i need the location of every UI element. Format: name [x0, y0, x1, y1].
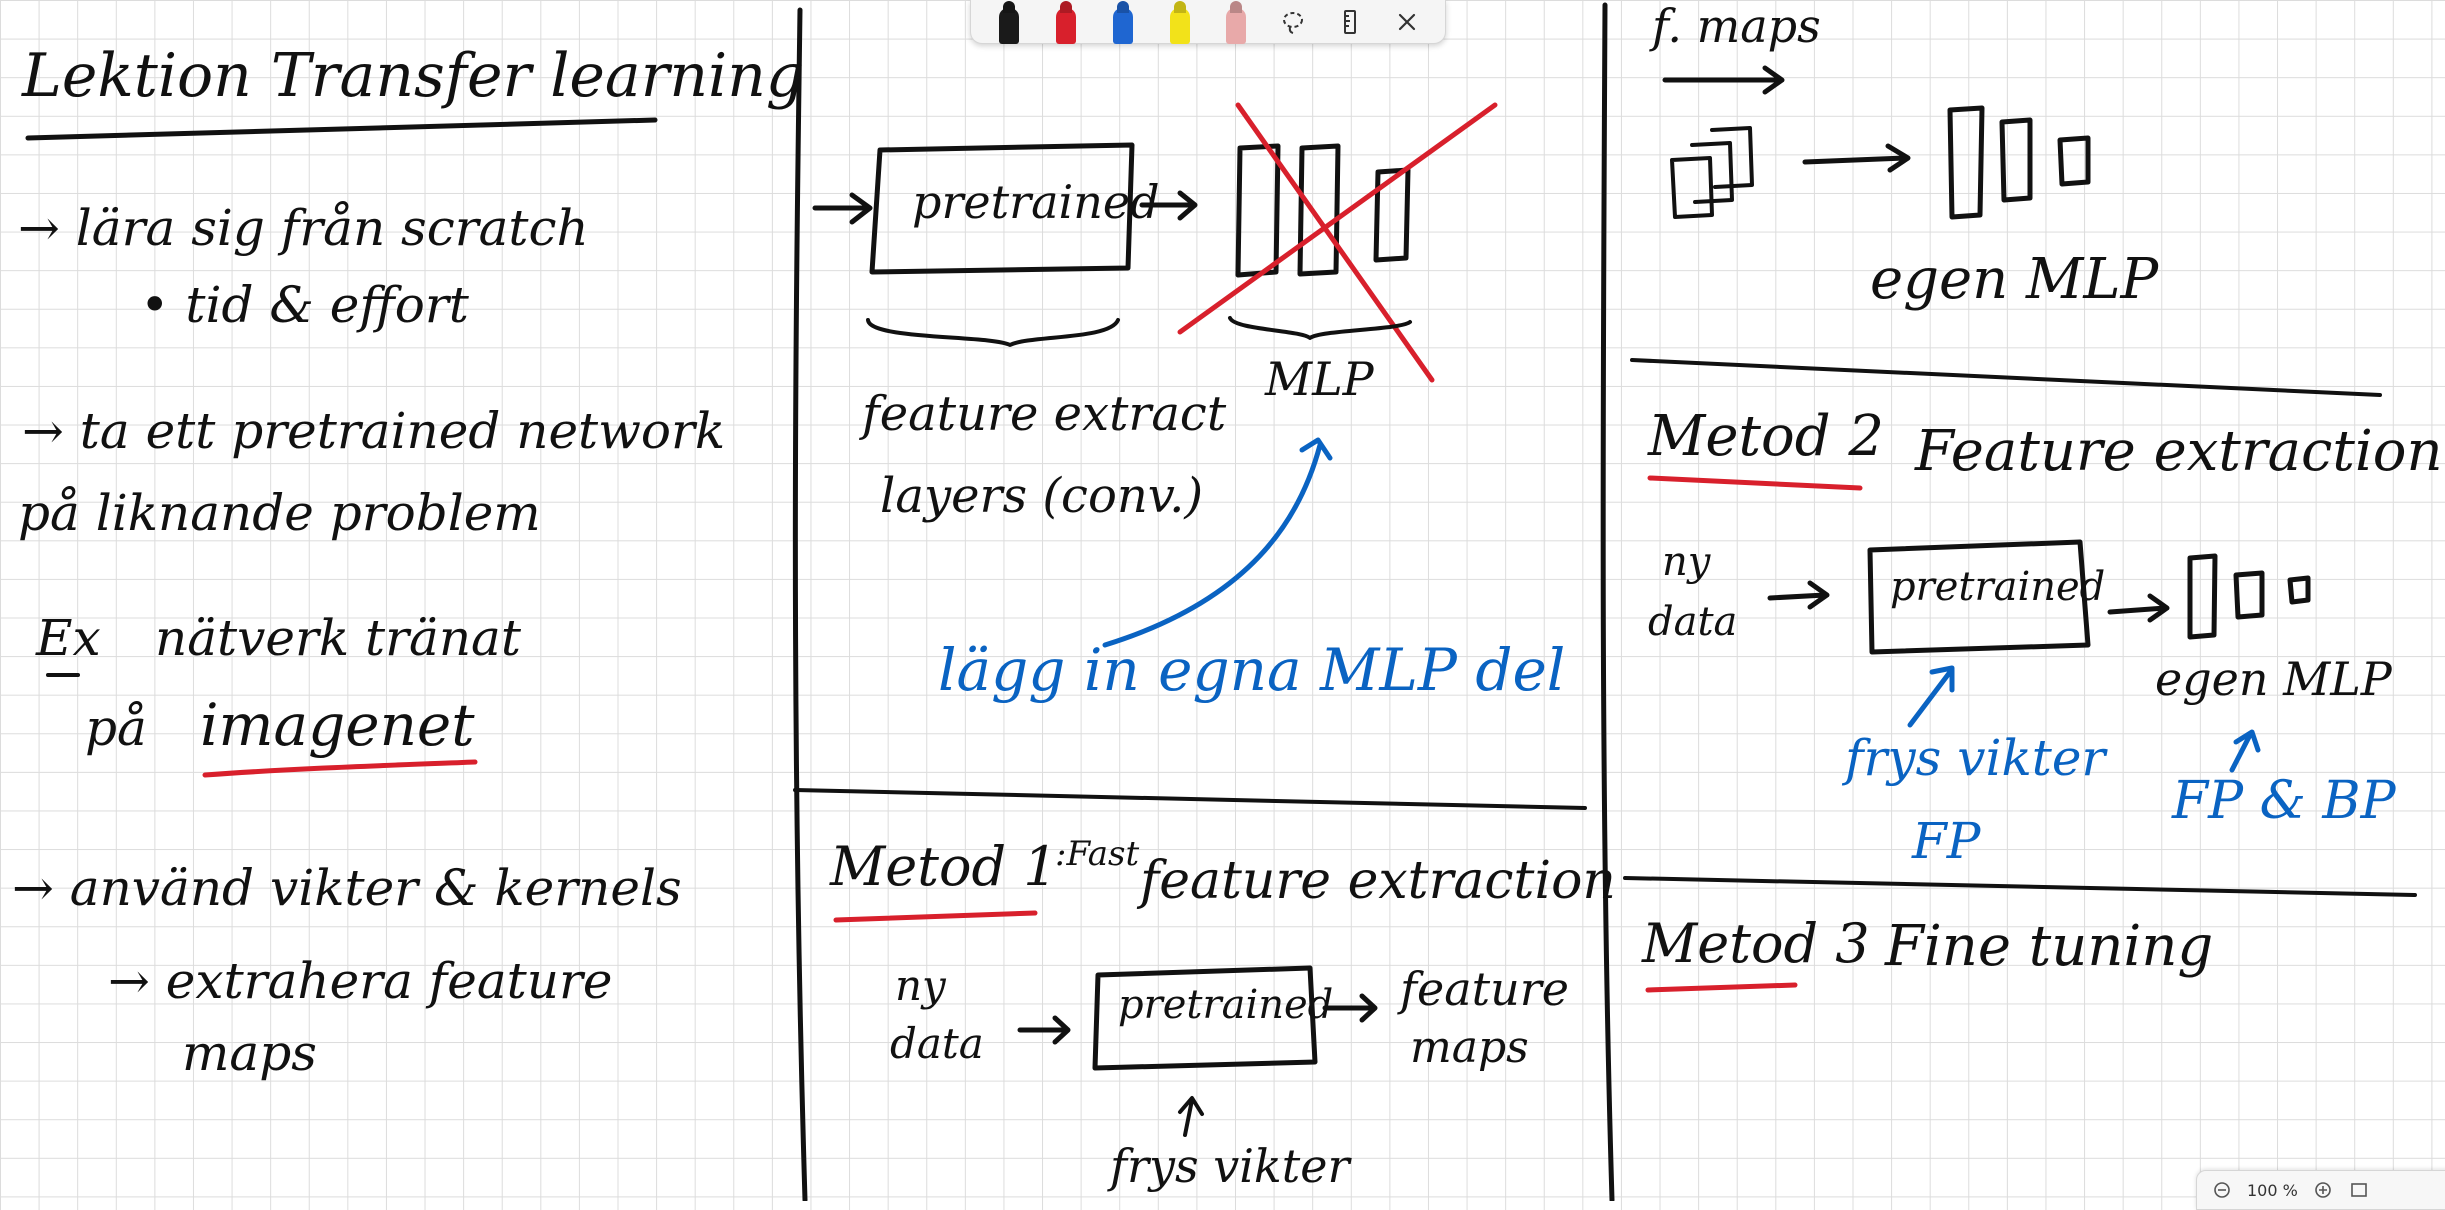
note-line-5b: nätverk tränat — [155, 609, 522, 667]
blue-note: lägg in egna MLP del — [938, 636, 1565, 704]
m2-arrow-in — [1767, 580, 1830, 610]
red-pen-icon — [1056, 7, 1077, 44]
metod2-underline — [1647, 475, 1863, 491]
eraser-icon — [1226, 7, 1247, 44]
m1-frys-arrow — [1178, 1096, 1204, 1137]
note-line-3: → ta ett pretrained network — [22, 402, 725, 460]
egen-mlp-label: egen MLP — [1870, 247, 2160, 312]
lasso-select-icon — [1283, 11, 1304, 34]
eraser[interactable] — [1216, 0, 1256, 44]
m1-frys: frys vikter — [1107, 1139, 1353, 1193]
lasso-select-button[interactable] — [1273, 0, 1313, 44]
col3-bar-3 — [2057, 135, 2091, 187]
pretrained-label: pretrained — [912, 175, 1160, 229]
m1-arrow-in — [1017, 1015, 1071, 1045]
yellow-highlighter-icon — [1169, 7, 1190, 44]
feature-label-1: feature extract — [859, 386, 1227, 442]
m1-feature: feature — [1397, 962, 1569, 1016]
m1-pretrained-label: pretrained — [1118, 982, 1333, 1028]
feature-label-2: layers (conv.) — [880, 468, 1203, 524]
m2-egen-mlp: egen MLP — [2155, 652, 2393, 706]
m2-ny: ny — [1662, 539, 1712, 585]
mlp-brace — [1228, 316, 1412, 340]
imagenet-underline — [202, 759, 478, 778]
m2-bar-1 — [2187, 553, 2218, 640]
note-line-8: → extrahera feature — [108, 952, 612, 1010]
divider-right-h1 — [1630, 358, 2382, 397]
fmaps-label: f. maps — [1649, 0, 1821, 53]
red-pen[interactable] — [1046, 0, 1086, 44]
zoom-out-icon — [2214, 1182, 2230, 1198]
title-underline — [25, 117, 658, 141]
metod3-underline — [1645, 982, 1798, 993]
metod2-rest: Feature extraction — [1914, 419, 2443, 484]
m2-bar-3 — [2287, 575, 2311, 605]
m2-frys: frys vikter — [1841, 729, 2108, 787]
zoom-in-icon — [2315, 1182, 2331, 1198]
note-line-6a: på — [85, 699, 147, 757]
m2-data: data — [1648, 599, 1737, 645]
fmaps-stack-1 — [1670, 156, 1714, 219]
m2-fpbp-arrow — [2229, 729, 2261, 773]
cross-out-2 — [1177, 102, 1498, 335]
note-line-7: → använd vikter & kernels — [12, 859, 682, 917]
mlp-label: MLP — [1264, 352, 1375, 406]
feature-brace — [866, 318, 1120, 347]
m1-ny: ny — [895, 961, 947, 1010]
whiteboard-canvas[interactable]: Lektion Transfer learning → lära sig frå… — [0, 0, 2445, 1201]
yellow-highlighter[interactable] — [1160, 0, 1200, 44]
m2-bar-2 — [2233, 570, 2265, 620]
note-line-5a: Ex — [35, 609, 101, 667]
m2-fp: FP — [1911, 812, 1982, 870]
col3-bar-1 — [1947, 105, 1985, 220]
m2-pretrained-label: pretrained — [1890, 564, 2105, 610]
fit-to-screen-button[interactable] — [2348, 1179, 2370, 1201]
metod1-sup: :Fast — [1055, 834, 1139, 874]
note-line-1: → lära sig från scratch — [18, 199, 589, 257]
metod1-heading: Metod 1 — [829, 835, 1058, 898]
metod3-heading: Metod 3 — [1641, 912, 1870, 975]
m1-data: data — [890, 1019, 984, 1068]
title: Lektion Transfer learning — [21, 41, 804, 111]
blue-pen-icon — [1112, 7, 1133, 44]
col3-bar-2 — [1999, 117, 2033, 203]
zoom-out-button[interactable] — [2211, 1179, 2233, 1201]
fmaps-arrow — [1662, 65, 1785, 95]
note-line-4: på liknande problem — [18, 484, 541, 542]
metod3-rest: Fine tuning — [1884, 914, 2213, 979]
mlp-bar-2 — [1297, 143, 1341, 277]
m2-fp-bp: FP & BP — [2171, 771, 2397, 831]
black-pen[interactable] — [989, 0, 1029, 44]
divider-right-h2 — [1623, 876, 2417, 897]
divider-left — [792, 7, 808, 1201]
black-pen-icon — [999, 7, 1020, 44]
fit-to-screen-icon — [2351, 1183, 2367, 1197]
mlp-bar-3 — [1373, 167, 1411, 263]
m1-maps: maps — [1410, 1022, 1529, 1073]
zoom-control: 100 % — [2196, 1170, 2445, 1210]
close-button[interactable] — [1387, 0, 1427, 44]
input-arrow — [812, 192, 873, 225]
note-line-2: • tid & effort — [140, 276, 470, 334]
mlp-bar-1 — [1235, 143, 1281, 278]
metod1-rest: feature extraction — [1136, 851, 1616, 911]
m2-frys-arrow — [1907, 665, 1955, 728]
metod1-underline — [833, 910, 1038, 923]
ruler-icon — [1343, 9, 1356, 34]
divider-right — [1600, 2, 1615, 1201]
close-icon — [1398, 13, 1415, 30]
blue-pen[interactable] — [1103, 0, 1143, 44]
zoom-level: 100 % — [2247, 1180, 2298, 1200]
note-line-9: maps — [182, 1024, 317, 1082]
m2-arrow-out — [2107, 593, 2170, 623]
zoom-in-button[interactable] — [2312, 1179, 2334, 1201]
pen-toolbar — [970, 0, 1446, 44]
divider-mid-h — [793, 788, 1587, 810]
fmaps-to-mlp-arrow — [1802, 143, 1911, 173]
ruler-button[interactable] — [1330, 0, 1370, 44]
note-line-6b: imagenet — [200, 691, 475, 759]
metod2-heading: Metod 2 — [1647, 404, 1884, 469]
